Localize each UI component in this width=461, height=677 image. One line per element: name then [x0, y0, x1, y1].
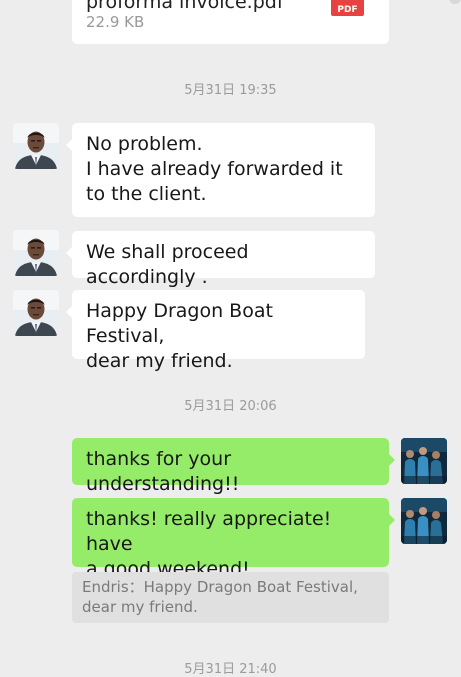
person-avatar-icon — [13, 290, 59, 336]
incoming-message-bubble[interactable]: We shall proceed accordingly . — [66, 231, 375, 288]
file-size: 22.9 KB — [86, 13, 145, 31]
partial-avatar-icon — [449, 0, 461, 4]
my-avatar[interactable] — [401, 438, 447, 484]
incoming-message-bubble[interactable]: No problem. I have already forwarded it … — [66, 123, 375, 217]
group-photo-avatar-icon — [401, 438, 447, 484]
contact-avatar[interactable] — [13, 290, 59, 336]
person-avatar-icon — [13, 230, 59, 276]
timestamp: 5月31日 20:06 — [184, 399, 277, 414]
file-name: proforma invoice.pdf — [86, 0, 284, 13]
file-message-card[interactable]: proforma invoice.pdf 22.9 KB PDF — [72, 0, 389, 44]
outgoing-message-bubble[interactable]: thanks for your understanding!! — [72, 438, 395, 495]
contact-avatar[interactable] — [13, 230, 59, 276]
quoted-message[interactable]: Endris：Happy Dragon Boat Festival, dear … — [72, 572, 389, 623]
person-avatar-icon — [13, 123, 59, 169]
pdf-icon: PDF — [331, 0, 364, 16]
chat-window: proforma invoice.pdf 22.9 KB PDF 5月31日 1… — [0, 0, 461, 677]
timestamp: 5月31日 19:35 — [184, 83, 277, 98]
incoming-message-bubble[interactable]: Happy Dragon Boat Festival, dear my frie… — [66, 290, 365, 372]
contact-avatar[interactable] — [13, 123, 59, 169]
outgoing-message-bubble[interactable]: thanks! really appreciate! have a good w… — [72, 498, 395, 580]
timestamp: 5月31日 21:40 — [184, 662, 277, 677]
group-photo-avatar-icon — [401, 498, 447, 544]
my-avatar[interactable] — [401, 498, 447, 544]
